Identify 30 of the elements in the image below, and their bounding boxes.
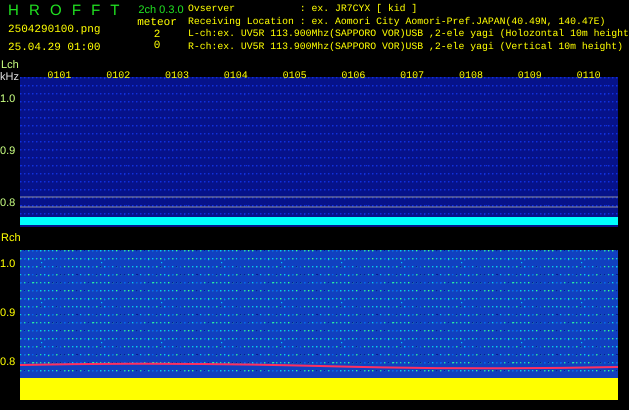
time-label: 0108 <box>458 71 483 83</box>
axis-label: 0.8 <box>0 197 16 209</box>
channel-label: Rch <box>0 233 21 244</box>
time-label: 0110 <box>576 71 601 83</box>
info-line: Receiving Location : ex. Aomori City Aomori-Pref.JAPAN(40.49N, 140.47E) <box>188 16 606 28</box>
time-label: 0106 <box>341 71 366 83</box>
meteor-count: 0 <box>154 41 160 52</box>
axis-label: 0.8 <box>0 356 16 368</box>
time-label: 0104 <box>224 71 248 83</box>
time-label: 0103 <box>164 71 189 83</box>
app-title: H R O F F T <box>8 3 124 19</box>
time-label: 0101 <box>47 71 72 83</box>
date-time: 25.04.29 01:00 <box>8 42 102 55</box>
meteor-label: meteor <box>137 17 177 30</box>
channel-label: Lch <box>0 60 19 71</box>
unit-label: kHz <box>0 71 20 83</box>
time-label: 0107 <box>400 71 424 83</box>
info-line: Ovserver : ex. JR7CYX [ kid ] <box>188 3 418 16</box>
axis-label: 1.0 <box>0 93 16 105</box>
time-label: 0105 <box>282 71 307 83</box>
file-name: 2504290100.png <box>8 24 102 37</box>
time-label: 0109 <box>518 71 542 83</box>
time-label: 0102 <box>106 71 130 83</box>
info-line: R-ch:ex. UV5R 113.900Mhz(SAPPORO VOR)USB ,2-ele yagi (Vertical 10m height) <box>188 40 624 53</box>
axis-label: 0.9 <box>0 145 16 157</box>
axis-label: 1.0 <box>0 258 16 270</box>
axis-label: 0.9 <box>0 307 16 319</box>
app-version: 2ch 0.3.0 <box>138 3 184 17</box>
info-line: L-ch:ex. UV5R 113.900Mhz(SAPPORO VOR)USB ,2-ele yagi (Holozontal 10m height <box>188 28 629 40</box>
meteor-count: 2 <box>154 30 160 41</box>
